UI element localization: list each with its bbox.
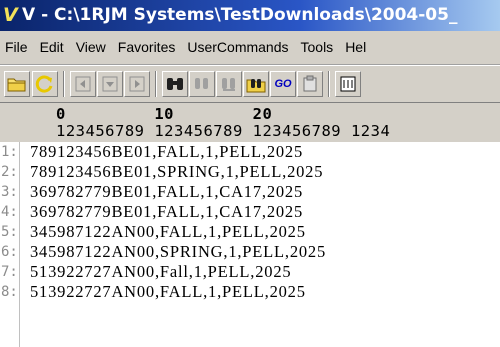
- down-arrow-icon: [102, 76, 118, 92]
- window-title: V - C:\1RJM Systems\TestDownloads\2004-0…: [22, 5, 458, 25]
- replace-icon: [222, 78, 235, 91]
- move-left-button[interactable]: [70, 71, 96, 97]
- line-text[interactable]: 345987122AN00,SPRING,1,PELL,2025: [30, 242, 326, 262]
- open-folder-button[interactable]: [4, 71, 30, 97]
- menu-tools[interactable]: Tools: [295, 31, 340, 64]
- editor-line[interactable]: 7: 513922727AN00,Fall,1,PELL,2025: [0, 262, 500, 282]
- title-bar[interactable]: V V - C:\1RJM Systems\TestDownloads\2004…: [0, 0, 500, 31]
- editor-line[interactable]: 5: 345987122AN00,FALL,1,PELL,2025: [0, 222, 500, 242]
- find-in-files-icon: [246, 79, 266, 93]
- ruler-toggle-icon: [340, 76, 356, 92]
- line-text[interactable]: 369782779BE01,FALL,1,CA17,2025: [30, 202, 303, 222]
- ruler-units-row: 123456789 123456789 123456789 1234: [56, 122, 391, 140]
- toolbar-separator: [63, 71, 65, 97]
- binoculars-find-icon: [167, 78, 183, 90]
- goto-icon: GO: [274, 78, 292, 90]
- editor-line[interactable]: 8: 513922727AN00,FALL,1,PELL,2025: [0, 282, 500, 302]
- refresh-icon: [35, 75, 53, 93]
- menu-file[interactable]: File: [0, 31, 34, 64]
- text-editor[interactable]: 1: 789123456BE01,FALL,1,PELL,2025 2: 789…: [0, 142, 500, 347]
- line-number: 6:: [1, 244, 18, 260]
- line-number: 2:: [1, 164, 18, 180]
- menu-favorites[interactable]: Favorites: [112, 31, 182, 64]
- ruler-tens-row: 0 10 20: [56, 105, 351, 123]
- editor-line[interactable]: 3: 369782779BE01,FALL,1,CA17,2025: [0, 182, 500, 202]
- find-in-files-button[interactable]: [243, 71, 269, 97]
- refresh-button[interactable]: [32, 71, 58, 97]
- move-down-button[interactable]: [97, 71, 123, 97]
- line-text[interactable]: 789123456BE01,SPRING,1,PELL,2025: [30, 162, 323, 182]
- clipboard-button[interactable]: [297, 71, 323, 97]
- toolbar: GO: [0, 65, 500, 102]
- clipboard-icon: [303, 75, 317, 92]
- toolbar-separator: [328, 71, 330, 97]
- find-next-icon: [195, 78, 208, 89]
- line-text[interactable]: 345987122AN00,FALL,1,PELL,2025: [30, 222, 306, 242]
- right-arrow-icon: [129, 76, 145, 92]
- app-logo-icon[interactable]: V: [3, 6, 21, 25]
- line-number: 4:: [1, 204, 18, 220]
- editor-line[interactable]: 6: 345987122AN00,SPRING,1,PELL,2025: [0, 242, 500, 262]
- line-text[interactable]: 789123456BE01,FALL,1,PELL,2025: [30, 142, 303, 162]
- menu-edit[interactable]: Edit: [34, 31, 70, 64]
- menu-view[interactable]: View: [70, 31, 112, 64]
- menu-bar: File Edit View Favorites UserCommands Tools He…: [0, 31, 500, 65]
- line-number: 8:: [1, 284, 18, 300]
- editor-window: V V - C:\1RJM Systems\TestDownloads\2004…: [0, 0, 500, 347]
- menu-help[interactable]: Hel: [339, 31, 372, 64]
- editor-line[interactable]: 2: 789123456BE01,SPRING,1,PELL,2025: [0, 162, 500, 182]
- line-text[interactable]: 513922727AN00,FALL,1,PELL,2025: [30, 282, 306, 302]
- move-right-button[interactable]: [124, 71, 150, 97]
- editor-line[interactable]: 1: 789123456BE01,FALL,1,PELL,2025: [0, 142, 500, 162]
- editor-line[interactable]: 4: 369782779BE01,FALL,1,CA17,2025: [0, 202, 500, 222]
- column-ruler: 0 10 20 123456789 123456789 123456789 12…: [0, 102, 500, 143]
- menu-usercommands[interactable]: UserCommands: [181, 31, 294, 64]
- replace-button[interactable]: [216, 71, 242, 97]
- ruler-toggle-button[interactable]: [335, 71, 361, 97]
- left-arrow-icon: [75, 76, 91, 92]
- line-text[interactable]: 513922727AN00,Fall,1,PELL,2025: [30, 262, 291, 282]
- line-text[interactable]: 369782779BE01,FALL,1,CA17,2025: [30, 182, 303, 202]
- line-number: 7:: [1, 264, 18, 280]
- line-number: 1:: [1, 144, 18, 160]
- goto-button[interactable]: GO: [270, 71, 296, 97]
- line-number: 5:: [1, 224, 18, 240]
- open-folder-icon: [7, 78, 26, 92]
- find-button[interactable]: [162, 71, 188, 97]
- find-next-button[interactable]: [189, 71, 215, 97]
- toolbar-separator: [155, 71, 157, 97]
- line-number: 3:: [1, 184, 18, 200]
